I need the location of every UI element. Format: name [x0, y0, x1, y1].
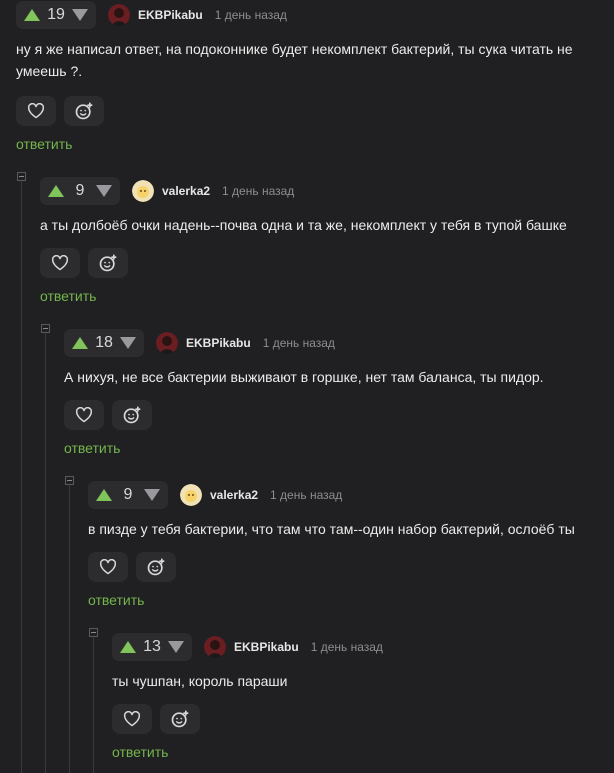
rating-widget: 9 — [88, 481, 168, 509]
comment-time: 1 день назад — [222, 184, 295, 198]
triangle-down-icon[interactable] — [167, 641, 184, 653]
smile-plus-icon — [123, 406, 141, 424]
reply-link[interactable]: ответить — [64, 440, 120, 456]
triangle-up-icon[interactable] — [48, 185, 64, 197]
reply-link[interactable]: ответить — [112, 744, 168, 760]
author-name[interactable]: EKBPikabu — [138, 8, 203, 22]
rating-value: 18 — [95, 334, 113, 351]
collapse-button-level-2[interactable] — [41, 324, 50, 333]
reply-link[interactable]: ответить — [16, 136, 72, 152]
like-button[interactable] — [112, 704, 152, 734]
author-name[interactable]: EKBPikabu — [186, 336, 251, 350]
avatar[interactable] — [156, 332, 178, 354]
heart-icon — [51, 255, 69, 271]
rating-value: 13 — [143, 638, 161, 655]
avatar[interactable] — [132, 180, 154, 202]
avatar[interactable] — [108, 4, 130, 26]
comment-actions — [16, 96, 104, 126]
triangle-down-icon[interactable] — [144, 489, 160, 501]
heart-icon — [99, 559, 117, 575]
like-button[interactable] — [88, 552, 128, 582]
heart-icon — [123, 711, 141, 727]
rating-widget: 13 — [112, 633, 192, 661]
comment-header: 19 EKBPikabu 1 день назад — [16, 0, 287, 30]
rating-value: 19 — [47, 6, 65, 23]
comment-actions — [40, 248, 128, 278]
like-button[interactable] — [64, 400, 104, 430]
comment-actions — [88, 552, 176, 582]
heart-icon — [75, 407, 93, 423]
rating-value: 9 — [75, 182, 85, 199]
smile-plus-icon — [147, 558, 165, 576]
rating-widget: 9 — [40, 177, 120, 205]
comment-time: 1 день назад — [262, 336, 335, 350]
comment-header: 9 valerka2 1 день назад — [88, 480, 342, 510]
comment-text: ну я же написал ответ, на подоконнике бу… — [16, 41, 573, 79]
rating-widget: 18 — [64, 329, 144, 357]
smile-plus-icon — [99, 254, 117, 272]
avatar[interactable] — [180, 484, 202, 506]
react-button[interactable] — [64, 96, 104, 126]
comment-actions — [112, 704, 200, 734]
rating-value: 9 — [123, 486, 133, 503]
collapse-button-level-1[interactable] — [17, 172, 26, 181]
smile-plus-icon — [171, 710, 189, 728]
react-button[interactable] — [136, 552, 176, 582]
react-button[interactable] — [112, 400, 152, 430]
thread-line-level-1 — [21, 180, 22, 773]
react-button[interactable] — [160, 704, 200, 734]
triangle-down-icon[interactable] — [119, 337, 136, 349]
reply-link[interactable]: ответить — [40, 288, 96, 304]
smile-plus-icon — [75, 102, 93, 120]
comment-header: 13 EKBPikabu 1 день назад — [112, 632, 383, 662]
collapse-button-level-3[interactable] — [65, 476, 74, 485]
comment-time: 1 день назад — [310, 640, 383, 654]
triangle-up-icon[interactable] — [24, 9, 40, 21]
comment-time: 1 день назад — [270, 488, 343, 502]
triangle-up-icon[interactable] — [72, 337, 88, 349]
like-button[interactable] — [16, 96, 56, 126]
comment-header: 9 valerka2 1 день назад — [40, 176, 294, 206]
thread-line-level-3 — [69, 484, 70, 773]
avatar[interactable] — [204, 636, 226, 658]
author-name[interactable]: EKBPikabu — [234, 640, 299, 654]
triangle-down-icon[interactable] — [71, 9, 88, 21]
comment-actions — [64, 400, 152, 430]
rating-widget: 19 — [16, 1, 96, 29]
comment-text: А нихуя, не все бактерии выживают в горш… — [64, 369, 544, 385]
triangle-up-icon[interactable] — [120, 641, 136, 653]
triangle-up-icon[interactable] — [96, 489, 112, 501]
author-name[interactable]: valerka2 — [162, 184, 210, 198]
collapse-button-level-4[interactable] — [89, 628, 98, 637]
comment-time: 1 день назад — [214, 8, 287, 22]
like-button[interactable] — [40, 248, 80, 278]
react-button[interactable] — [88, 248, 128, 278]
triangle-down-icon[interactable] — [96, 185, 112, 197]
thread-line-level-2 — [45, 332, 46, 773]
comment-text: а ты долбоёб очки надень--почва одна и т… — [40, 217, 567, 233]
comment-text: в пизде у тебя бактерии, что там что там… — [88, 521, 575, 537]
thread-line-level-4 — [93, 636, 94, 773]
heart-icon — [27, 103, 45, 119]
reply-link[interactable]: ответить — [88, 592, 144, 608]
author-name[interactable]: valerka2 — [210, 488, 258, 502]
comment-text: ты чушпан, король параши — [112, 673, 288, 689]
comment-header: 18 EKBPikabu 1 день назад — [64, 328, 335, 358]
